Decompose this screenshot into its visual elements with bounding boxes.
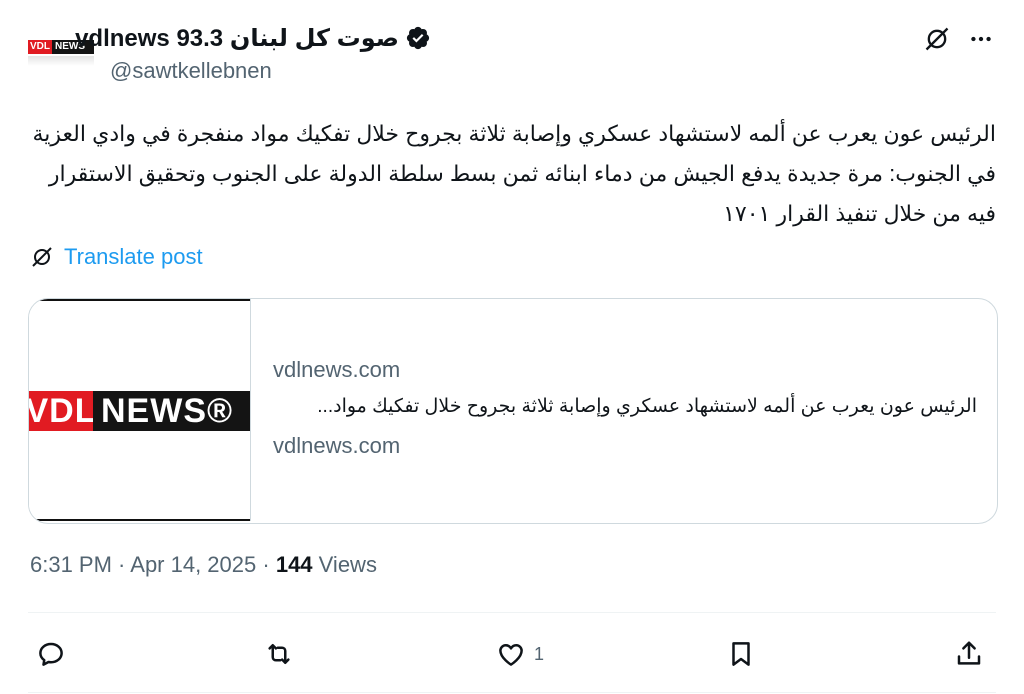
- divider-top: [28, 612, 996, 613]
- views-label: Views: [312, 552, 377, 577]
- account-handle[interactable]: @sawtkellebnen: [110, 58, 272, 84]
- divider-bottom: [28, 692, 996, 693]
- link-card[interactable]: VDL NEWS® vdlnews.com الرئيس عون يعرب عن…: [28, 298, 998, 524]
- bookmark-icon: [732, 642, 750, 666]
- translate-icon: [32, 247, 52, 267]
- views-count[interactable]: 144: [276, 552, 313, 577]
- link-card-thumbnail[interactable]: VDL NEWS®: [29, 299, 251, 521]
- post-text: الرئيس عون يعرب عن ألمه لاستشهاد عسكري و…: [32, 121, 997, 226]
- vdl-news-logo-vl: VDL: [28, 391, 97, 431]
- more-icon: [971, 36, 991, 42]
- more-button[interactable]: [964, 22, 998, 56]
- reply-button[interactable]: [36, 636, 74, 672]
- account-name-row[interactable]: vdlnews 93.3 صوت كل لبنان: [75, 20, 431, 56]
- bookmark-button[interactable]: [726, 636, 764, 672]
- repost-button[interactable]: [264, 636, 302, 672]
- grok-button[interactable]: [920, 22, 954, 56]
- share-icon: [957, 641, 981, 665]
- like-button[interactable]: 1: [496, 636, 544, 672]
- translate-post-label[interactable]: Translate post: [64, 244, 203, 270]
- vdl-news-logo: VDL NEWS®: [29, 391, 250, 431]
- like-icon: [499, 644, 523, 666]
- avatar-reflection: [28, 56, 94, 66]
- vdl-news-logo-news: NEWS®: [93, 391, 250, 431]
- translate-post-link[interactable]: Translate post: [30, 244, 203, 270]
- link-card-title: الرئيس عون يعرب عن ألمه لاستشهاد عسكري و…: [317, 396, 977, 417]
- post-meta: 6:31 PM · Apr 14, 2025 · 144 Views: [30, 552, 377, 578]
- repost-icon: [268, 644, 290, 664]
- avatar-logo-vl: VDL: [28, 40, 52, 54]
- reply-icon: [39, 642, 63, 666]
- link-card-domain-secondary: vdlnews.com: [273, 433, 401, 458]
- post-timestamp[interactable]: 6:31 PM · Apr 14, 2025: [30, 552, 256, 577]
- link-card-domain: vdlnews.com: [273, 357, 401, 382]
- display-name[interactable]: vdlnews 93.3 صوت كل لبنان: [75, 24, 399, 53]
- meta-separator: ·: [256, 552, 276, 577]
- share-button[interactable]: [954, 636, 984, 672]
- grok-icon: [925, 27, 949, 51]
- link-card-body[interactable]: vdlnews.com الرئيس عون يعرب عن ألمه لاست…: [273, 299, 977, 521]
- verified-badge-icon: [406, 26, 430, 50]
- like-count: 1: [534, 643, 545, 664]
